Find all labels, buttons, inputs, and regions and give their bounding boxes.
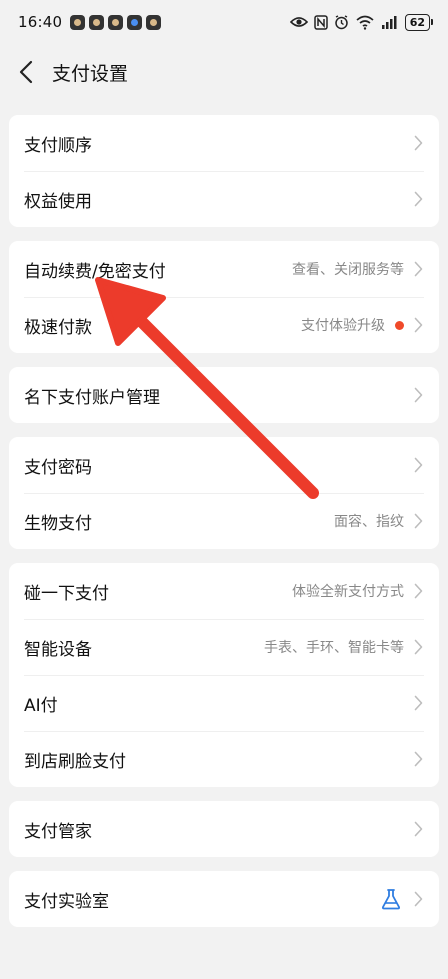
battery-indicator: 62 — [404, 13, 434, 31]
status-indicators: 62 — [289, 13, 434, 31]
flask-icon — [380, 888, 402, 910]
chevron-right-icon — [414, 639, 423, 655]
wifi-icon — [355, 15, 375, 30]
settings-group: 支付顺序 权益使用 — [9, 115, 439, 227]
list-item-account-management[interactable]: 名下支付账户管理 — [9, 367, 439, 423]
chevron-right-icon — [414, 135, 423, 151]
chevron-right-icon — [414, 191, 423, 207]
item-label: 到店刷脸支付 — [24, 751, 126, 772]
app-notification-icon — [108, 14, 124, 30]
item-label: 名下支付账户管理 — [24, 387, 160, 408]
chevron-right-icon — [414, 317, 423, 333]
nav-bar: 支付设置 — [0, 44, 448, 100]
settings-group: 名下支付账户管理 — [9, 367, 439, 423]
item-subtitle: 支付体验升级 — [301, 318, 385, 334]
item-label: 支付管家 — [24, 821, 92, 842]
settings-group: 支付管家 — [9, 801, 439, 857]
settings-group: 支付密码 生物支付 面容、指纹 — [9, 437, 439, 549]
item-label: 生物支付 — [24, 513, 92, 534]
item-label: 自动续费/免密支付 — [24, 261, 166, 282]
item-subtitle: 体验全新支付方式 — [292, 584, 404, 600]
app-notification-icon — [127, 14, 143, 30]
settings-group: 碰一下支付 体验全新支付方式 智能设备 手表、手环、智能卡等 AI付 到店刷脸支… — [9, 563, 439, 787]
item-label: 智能设备 — [24, 639, 92, 660]
chevron-right-icon — [414, 513, 423, 529]
item-label: 权益使用 — [24, 191, 92, 212]
chevron-right-icon — [414, 457, 423, 473]
list-item-payment-lab[interactable]: 支付实验室 — [9, 871, 439, 927]
chevron-left-icon — [19, 60, 33, 84]
list-item-payment-order[interactable]: 支付顺序 — [9, 115, 439, 171]
app-notification-icon — [146, 14, 162, 30]
chevron-right-icon — [414, 891, 423, 907]
item-subtitle: 手表、手环、智能卡等 — [264, 640, 404, 656]
list-item-face-pay[interactable]: 到店刷脸支付 — [9, 731, 439, 787]
list-item-tap-to-pay[interactable]: 碰一下支付 体验全新支付方式 — [9, 563, 439, 619]
chevron-right-icon — [414, 583, 423, 599]
list-item-payment-password[interactable]: 支付密码 — [9, 437, 439, 493]
item-subtitle: 查看、关闭服务等 — [292, 262, 404, 278]
item-label: 极速付款 — [24, 317, 92, 338]
chevron-right-icon — [414, 821, 423, 837]
app-notification-icon — [70, 14, 86, 30]
item-label: AI付 — [24, 695, 58, 716]
status-time: 16:40 — [18, 13, 63, 31]
item-subtitle: 面容、指纹 — [334, 514, 404, 530]
settings-group: 支付实验室 — [9, 871, 439, 927]
page-title: 支付设置 — [52, 62, 129, 85]
item-label: 支付顺序 — [24, 135, 92, 156]
chevron-right-icon — [414, 387, 423, 403]
list-item-smart-devices[interactable]: 智能设备 手表、手环、智能卡等 — [9, 619, 439, 675]
item-label: 支付实验室 — [24, 891, 109, 912]
list-item-payment-butler[interactable]: 支付管家 — [9, 801, 439, 857]
list-item-ai-pay[interactable]: AI付 — [9, 675, 439, 731]
item-label: 支付密码 — [24, 457, 92, 478]
settings-group: 自动续费/免密支付 查看、关闭服务等 极速付款 支付体验升级 — [9, 241, 439, 353]
chevron-right-icon — [414, 261, 423, 277]
chevron-right-icon — [414, 695, 423, 711]
list-item-fast-payment[interactable]: 极速付款 支付体验升级 — [9, 297, 439, 353]
settings-list: 支付顺序 权益使用 自动续费/免密支付 查看、关闭服务等 极速付款 支付体验升级 — [0, 100, 448, 927]
chevron-right-icon — [414, 751, 423, 767]
eye-icon — [289, 16, 308, 28]
notification-icons — [70, 14, 162, 30]
back-button[interactable] — [12, 56, 40, 88]
status-bar: 16:40 62 — [0, 0, 448, 44]
notification-dot — [395, 320, 404, 330]
signal-icon — [381, 15, 399, 29]
alarm-icon — [334, 14, 349, 30]
list-item-benefits[interactable]: 权益使用 — [9, 171, 439, 227]
app-notification-icon — [89, 14, 105, 30]
nfc-icon — [313, 14, 328, 30]
item-label: 碰一下支付 — [24, 583, 109, 604]
list-item-auto-renewal[interactable]: 自动续费/免密支付 查看、关闭服务等 — [9, 241, 439, 297]
list-item-biometric-payment[interactable]: 生物支付 面容、指纹 — [9, 493, 439, 549]
